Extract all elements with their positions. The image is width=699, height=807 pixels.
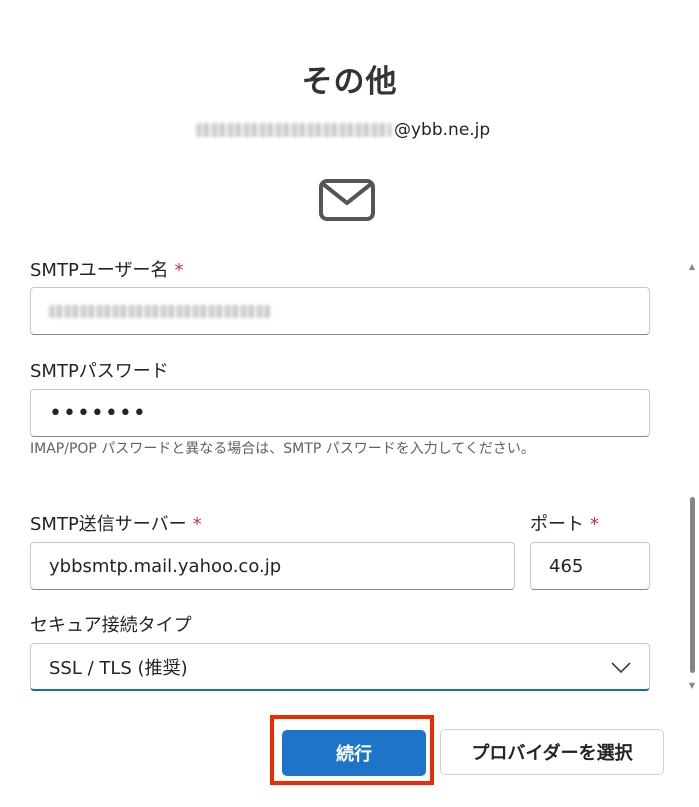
smtp-server-label-text: SMTP送信サーバー: [30, 514, 187, 535]
smtp-username-label: SMTPユーザー名 *: [30, 256, 183, 282]
smtp-username-input[interactable]: [30, 287, 650, 335]
smtp-password-label: SMTPパスワード: [30, 361, 169, 382]
security-type-select[interactable]: SSL / TLS (推奨): [30, 643, 650, 691]
continue-button[interactable]: 続行: [282, 730, 426, 776]
email-domain: @ybb.ne.jp: [394, 120, 491, 140]
security-type-value: SSL / TLS (推奨): [49, 657, 188, 679]
password-hint: IMAP/POP パスワードと異なる場合は、SMTP パスワードを入力してくださ…: [30, 441, 535, 457]
smtp-server-value: ybbsmtp.mail.yahoo.co.jp: [49, 555, 282, 577]
required-mark: *: [174, 260, 184, 281]
envelope-icon: [319, 179, 375, 221]
port-input[interactable]: 465: [530, 542, 650, 590]
chevron-down-icon: [611, 662, 631, 674]
smtp-password-input[interactable]: •••••••: [30, 389, 650, 437]
redacted-username-value: [49, 304, 271, 318]
security-type-label: セキュア接続タイプ: [30, 615, 192, 636]
smtp-username-label-text: SMTPユーザー名: [30, 260, 169, 281]
password-mask: •••••••: [49, 400, 147, 426]
account-email: @ybb.ne.jp: [196, 118, 490, 142]
port-label: ポート *: [530, 510, 599, 536]
page-title: その他: [301, 64, 398, 100]
scrollbar-thumb[interactable]: [690, 497, 695, 673]
required-mark: *: [590, 514, 599, 535]
port-value: 465: [549, 555, 584, 577]
scroll-down-arrow[interactable]: ▼: [688, 681, 696, 691]
redacted-email-local-part: [196, 123, 392, 137]
port-label-text: ポート: [530, 514, 584, 535]
add-account-dialog: その他 @ybb.ne.jp SMTPユーザー名 * SMTPパスワード ••••…: [0, 0, 699, 807]
smtp-server-input[interactable]: ybbsmtp.mail.yahoo.co.jp: [30, 542, 515, 590]
smtp-server-label: SMTP送信サーバー *: [30, 510, 202, 536]
choose-provider-button[interactable]: プロバイダーを選択: [440, 729, 664, 775]
required-mark: *: [192, 514, 202, 535]
scroll-up-arrow[interactable]: ▲: [688, 262, 696, 272]
